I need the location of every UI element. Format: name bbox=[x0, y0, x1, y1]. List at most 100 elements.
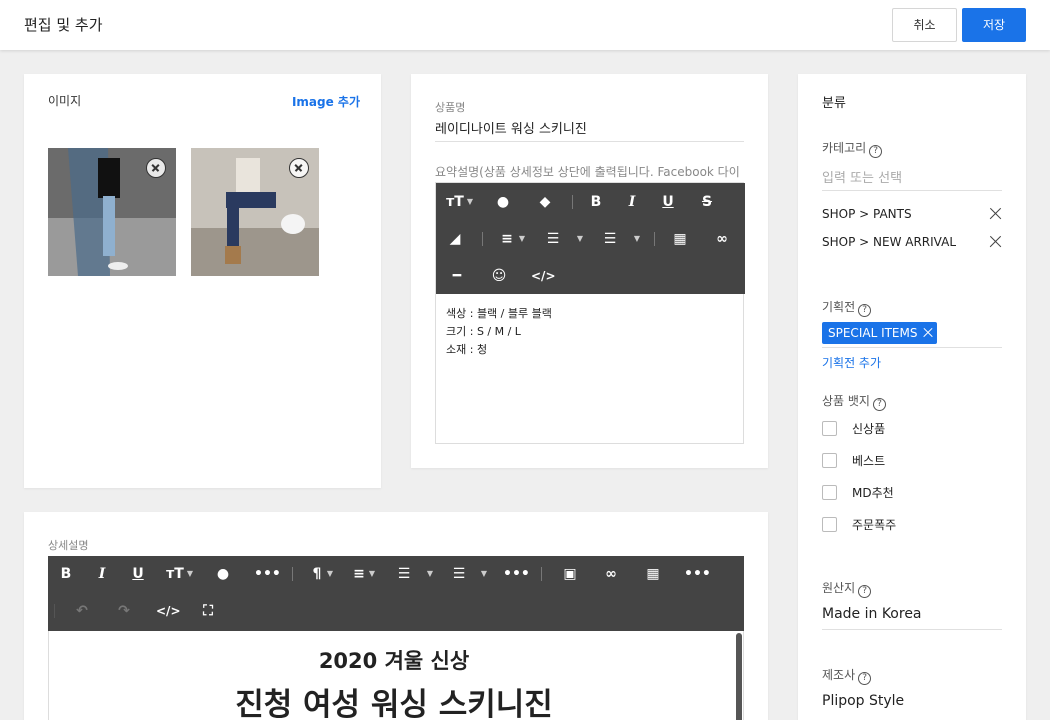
summary-content[interactable]: 색상 : 블랙 / 블루 블랙 크기 : S / M / L 소재 : 청 bbox=[446, 305, 552, 359]
insert-image-icon[interactable]: ▣ bbox=[559, 563, 581, 585]
unordered-list-caret-icon[interactable]: ▼ bbox=[480, 563, 488, 585]
checkbox[interactable] bbox=[822, 517, 837, 532]
exhibition-label-text: 기획전 bbox=[822, 300, 856, 314]
page-title: 편집 및 추가 bbox=[24, 16, 103, 34]
exhibition-tag: SPECIAL ITEMS bbox=[822, 322, 938, 344]
detail-editor-body[interactable]: 2020 겨울 신상 진청 여성 워싱 스키니진 bbox=[48, 631, 744, 720]
bold-icon[interactable]: B bbox=[55, 563, 77, 585]
add-image-link[interactable]: Image 추가 bbox=[292, 93, 360, 110]
table-icon[interactable]: ▦ bbox=[642, 563, 664, 585]
remove-category-icon[interactable] bbox=[988, 207, 1002, 221]
align-icon[interactable]: ≡ bbox=[348, 563, 370, 585]
underline-icon[interactable]: U bbox=[657, 191, 679, 213]
italic-icon[interactable]: I bbox=[621, 191, 643, 213]
exhibition-underline bbox=[822, 347, 1002, 348]
code-view-icon[interactable]: </> bbox=[531, 265, 556, 287]
add-exhibition-link[interactable]: 기획전 추가 bbox=[822, 354, 881, 371]
category-item: SHOP > NEW ARRIVAL bbox=[822, 232, 1002, 252]
checkbox[interactable] bbox=[822, 421, 837, 436]
product-image-2[interactable] bbox=[191, 148, 319, 276]
category-item: SHOP > PANTS bbox=[822, 204, 1002, 224]
badge-checkbox-label: 주문폭주 bbox=[852, 518, 897, 532]
font-size-caret-icon[interactable]: ▼ bbox=[186, 563, 194, 585]
more-text-icon[interactable]: ••• bbox=[254, 563, 281, 585]
product-name-label: 상품명 bbox=[435, 101, 466, 114]
product-name-input[interactable]: 레이디나이트 워싱 스키니진 bbox=[435, 118, 587, 137]
more-insert-icon[interactable]: ••• bbox=[684, 563, 711, 585]
category-label-text: 카테고리 bbox=[822, 141, 867, 155]
paragraph-icon[interactable]: ¶ bbox=[306, 563, 328, 585]
category-label: 카테고리? bbox=[822, 139, 883, 158]
category-item-label: SHOP > PANTS bbox=[822, 207, 912, 221]
help-icon[interactable]: ? bbox=[872, 398, 886, 411]
cancel-button[interactable]: 취소 bbox=[892, 8, 957, 42]
align-caret-icon[interactable]: ▼ bbox=[518, 228, 526, 250]
align-icon[interactable]: ≡ bbox=[496, 228, 518, 250]
summary-toolbar: тT ▼ ● ◆ B I U S ◢ ≡ ▼ ☰ ▼ ☰ ▼ ▦ ∞ ━ ☺ <… bbox=[436, 183, 745, 294]
ordered-list-caret-icon[interactable]: ▼ bbox=[426, 563, 434, 585]
horizontal-line-icon[interactable]: ━ bbox=[446, 265, 468, 287]
images-card: 이미지 Image 추가 bbox=[24, 74, 381, 488]
paragraph-caret-icon[interactable]: ▼ bbox=[326, 563, 334, 585]
undo-icon[interactable]: ↶ bbox=[71, 600, 93, 622]
origin-label-text: 원산지 bbox=[822, 581, 856, 595]
detail-toolbar: B I U тT ▼ ● ••• ¶ ▼ ≡ ▼ ☰ ▼ ☰ ▼ ••• ▣ ∞… bbox=[48, 556, 744, 631]
more-paragraph-icon[interactable]: ••• bbox=[503, 563, 530, 585]
remove-category-icon[interactable] bbox=[988, 235, 1002, 249]
redo-icon[interactable]: ↷ bbox=[113, 600, 135, 622]
detail-label: 상세설명 bbox=[48, 539, 89, 552]
clear-format-icon[interactable]: ◢ bbox=[444, 228, 466, 250]
category-input[interactable]: 입력 또는 선택 bbox=[822, 167, 902, 186]
ordered-list-icon[interactable]: ☰ bbox=[542, 228, 564, 250]
help-icon[interactable]: ? bbox=[858, 585, 872, 598]
help-icon[interactable]: ? bbox=[869, 145, 883, 158]
bold-icon[interactable]: B bbox=[585, 191, 607, 213]
origin-underline bbox=[822, 629, 1002, 630]
font-size-icon[interactable]: тT bbox=[164, 563, 186, 585]
font-size-caret-icon[interactable]: ▼ bbox=[466, 191, 474, 213]
help-icon[interactable]: ? bbox=[858, 672, 872, 685]
detail-scrollbar[interactable] bbox=[736, 633, 742, 720]
unordered-list-icon[interactable]: ☰ bbox=[599, 228, 621, 250]
remove-tag-icon[interactable] bbox=[922, 327, 933, 338]
badge-label-text: 상품 뱃지 bbox=[822, 394, 870, 408]
maker-input[interactable]: Plipop Style bbox=[822, 693, 904, 709]
unordered-list-icon[interactable]: ☰ bbox=[448, 563, 470, 585]
strikethrough-icon[interactable]: S bbox=[696, 191, 718, 213]
checkbox[interactable] bbox=[822, 453, 837, 468]
remove-image-2-icon[interactable] bbox=[289, 158, 309, 178]
exhibition-label: 기획전? bbox=[822, 298, 872, 317]
table-icon[interactable]: ▦ bbox=[669, 228, 691, 250]
ordered-list-caret-icon[interactable]: ▼ bbox=[576, 228, 584, 250]
emoticon-icon[interactable]: ☺ bbox=[488, 265, 510, 287]
text-color-icon[interactable]: ● bbox=[492, 191, 514, 213]
summary-editor[interactable]: тT ▼ ● ◆ B I U S ◢ ≡ ▼ ☰ ▼ ☰ ▼ ▦ ∞ ━ ☺ <… bbox=[435, 182, 745, 444]
font-size-icon[interactable]: тT bbox=[444, 191, 466, 213]
checkbox[interactable] bbox=[822, 485, 837, 500]
remove-image-1-icon[interactable] bbox=[146, 158, 166, 178]
fullscreen-icon[interactable]: ⛶ bbox=[197, 600, 219, 622]
toolbar-separator bbox=[482, 232, 483, 246]
code-view-icon[interactable]: </> bbox=[156, 600, 181, 622]
origin-input[interactable]: Made in Korea bbox=[822, 606, 922, 622]
unordered-list-caret-icon[interactable]: ▼ bbox=[633, 228, 641, 250]
save-button[interactable]: 저장 bbox=[962, 8, 1026, 42]
ordered-list-icon[interactable]: ☰ bbox=[393, 563, 415, 585]
images-label: 이미지 bbox=[48, 94, 82, 108]
link-icon[interactable]: ∞ bbox=[600, 563, 622, 585]
toolbar-separator bbox=[541, 567, 542, 581]
help-icon[interactable]: ? bbox=[858, 304, 872, 317]
align-caret-icon[interactable]: ▼ bbox=[368, 563, 376, 585]
product-image-1[interactable] bbox=[48, 148, 176, 276]
maker-label-text: 제조사 bbox=[822, 668, 856, 682]
background-color-icon[interactable]: ◆ bbox=[534, 191, 556, 213]
italic-icon[interactable]: I bbox=[91, 563, 113, 585]
detail-heading-1: 2020 겨울 신상 bbox=[318, 649, 470, 673]
underline-icon[interactable]: U bbox=[127, 563, 149, 585]
text-color-icon[interactable]: ● bbox=[212, 563, 234, 585]
toolbar-separator bbox=[292, 567, 293, 581]
badge-checkbox-label: 베스트 bbox=[852, 454, 886, 468]
category-item-label: SHOP > NEW ARRIVAL bbox=[822, 235, 957, 249]
link-icon[interactable]: ∞ bbox=[711, 228, 733, 250]
badge-checkbox-label: 신상품 bbox=[852, 422, 886, 436]
